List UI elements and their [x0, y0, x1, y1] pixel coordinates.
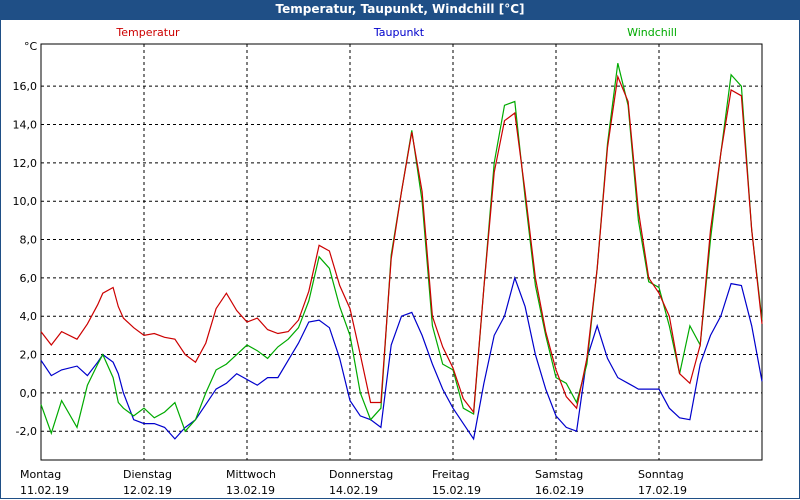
- y-tick-labels: -2,0 0,0 2,0 4,0 6,0 8,0 10,0 12,0 14,0 16,0: [13, 80, 38, 438]
- series-line-windchill: [40, 63, 763, 436]
- x-date-label: 17.02.19: [638, 484, 687, 497]
- x-date-label: 16.02.19: [535, 484, 584, 497]
- y-tick-label: -2,0: [16, 425, 37, 438]
- y-tick-label: 14,0: [13, 119, 38, 132]
- x-date-label: 15.02.19: [432, 484, 481, 497]
- legend-windchill: Windchill: [627, 26, 677, 39]
- x-date-label: 12.02.19: [123, 484, 172, 497]
- x-day-label: Montag: [20, 468, 61, 481]
- y-tick-label: 10,0: [13, 195, 38, 208]
- x-date-label: 14.02.19: [329, 484, 378, 497]
- y-tick-label: 2,0: [20, 349, 38, 362]
- x-day-label: Samstag: [535, 468, 583, 481]
- y-tick-label: 12,0: [13, 157, 38, 170]
- x-day-labels: Montag 11.02.19 Dienstag 12.02.19 Mittwoch 13…: [20, 468, 687, 497]
- series-line-temperatur: [40, 74, 763, 414]
- x-date-label: 11.02.19: [20, 484, 69, 497]
- x-day-label: Mittwoch: [226, 468, 276, 481]
- y-tick-label: 6,0: [20, 272, 38, 285]
- y-tick-label: 8,0: [20, 234, 38, 247]
- line-chart: -2,0 0,0 2,0 4,0 6,0 8,0 10,0 12,0 14,0 16,0 °C T…: [13, 26, 763, 497]
- y-tick-label: 16,0: [13, 80, 38, 93]
- plot-area-border: [40, 43, 763, 461]
- x-day-label: Dienstag: [123, 468, 172, 481]
- y-tick-label: 4,0: [20, 310, 38, 323]
- series-line-taupunkt: [40, 275, 763, 441]
- legend-temperatur: Temperatur: [115, 26, 180, 39]
- y-axis-unit: °C: [24, 40, 38, 53]
- x-day-label: Sonntag: [638, 468, 684, 481]
- x-date-label: 13.02.19: [226, 484, 275, 497]
- x-day-label: Donnerstag: [329, 468, 393, 481]
- series-lines: [40, 63, 763, 441]
- legend-taupunkt: Taupunkt: [373, 26, 425, 39]
- grid-lines: [40, 43, 763, 461]
- x-day-label: Freitag: [432, 468, 470, 481]
- y-tick-label: 0,0: [20, 387, 38, 400]
